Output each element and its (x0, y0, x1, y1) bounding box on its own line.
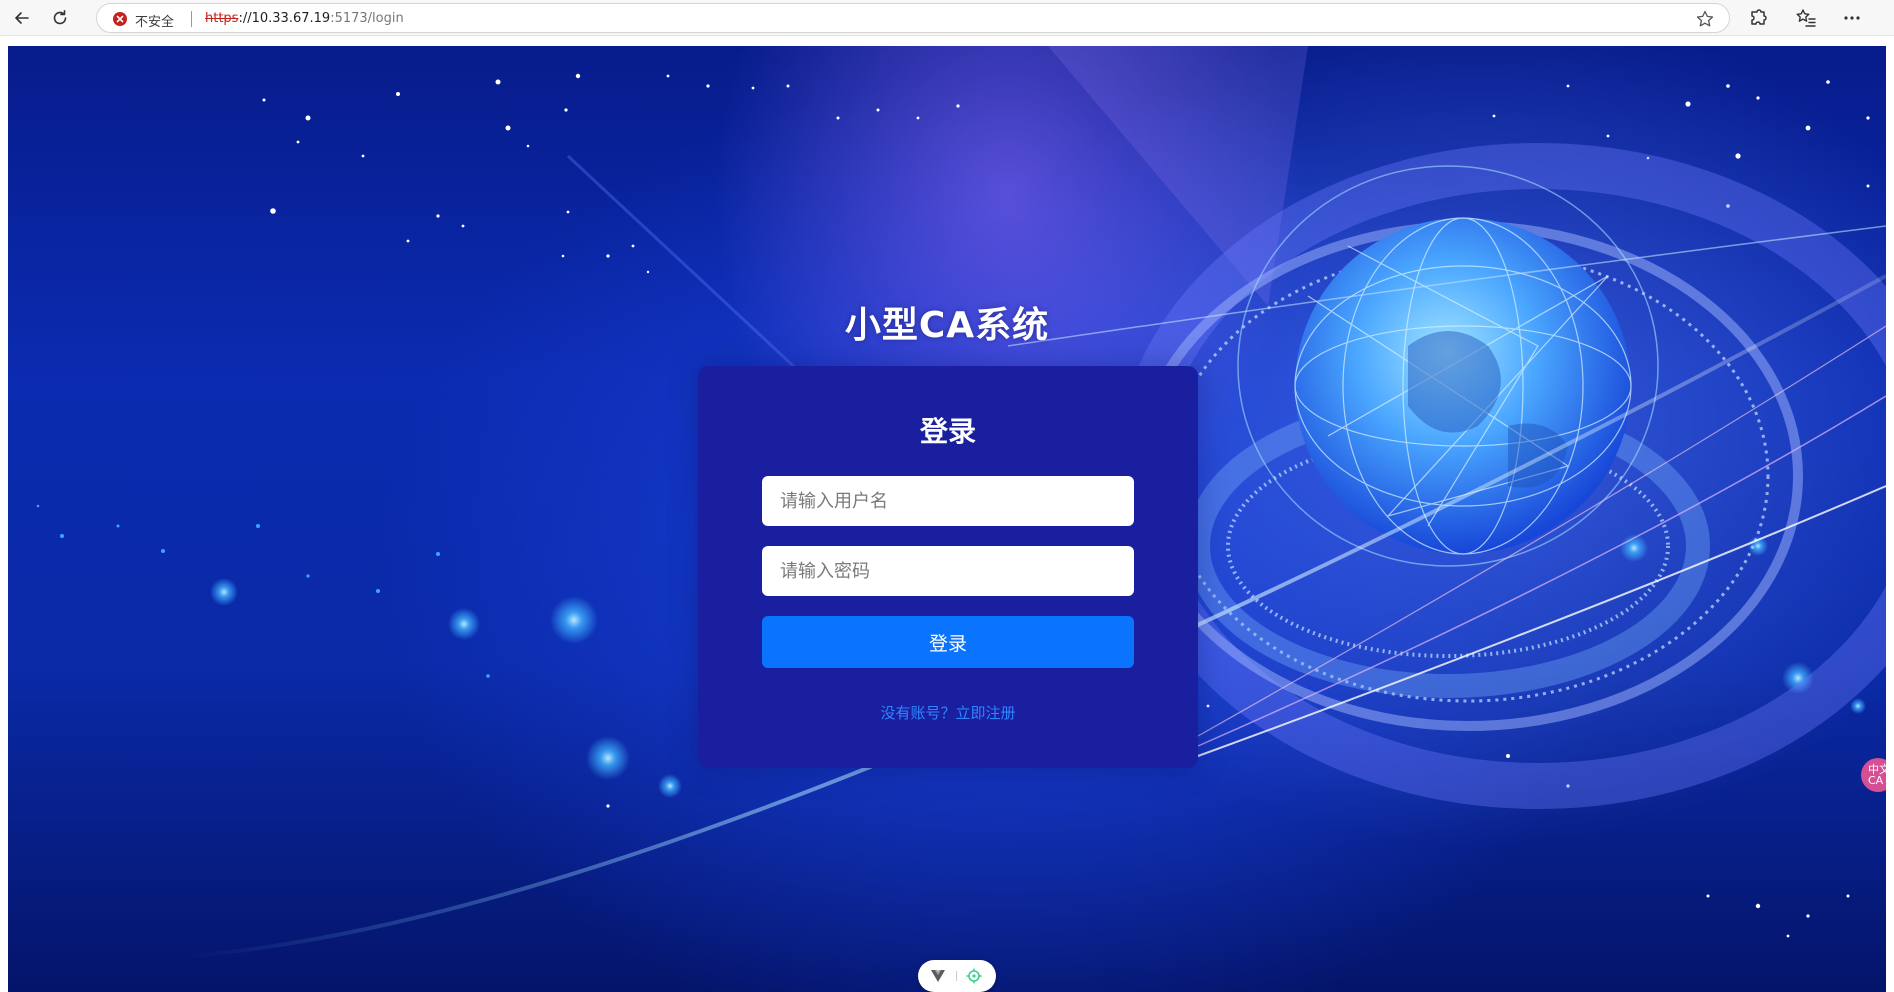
devtools-toggle[interactable] (918, 960, 996, 992)
url-scheme: https (205, 11, 239, 26)
url-host: ://10.33.67.19 (238, 11, 331, 26)
password-input[interactable] (762, 546, 1134, 596)
browser-toolbar: 不安全 https://10.33.67.19:5173/login (0, 0, 1894, 36)
pill-divider (956, 971, 957, 981)
url-text[interactable]: https://10.33.67.19:5173/login (205, 11, 404, 26)
page-viewport: 小型CA系统 登录 登录 没有账号？立即注册 中文CA (8, 46, 1886, 992)
address-bar[interactable]: 不安全 https://10.33.67.19:5173/login (96, 3, 1730, 33)
security-label[interactable]: 不安全 (135, 11, 174, 30)
page-title: 小型CA系统 (844, 305, 1050, 346)
login-card: 登录 登录 没有账号？立即注册 (698, 366, 1198, 768)
register-link[interactable]: 没有账号？立即注册 (698, 702, 1198, 723)
star-icon[interactable] (1695, 9, 1715, 29)
url-path: :5173/login (330, 11, 404, 26)
extensions-icon[interactable] (1746, 6, 1770, 30)
more-icon[interactable] (1840, 6, 1864, 30)
back-arrow-icon[interactable] (10, 6, 34, 30)
login-heading: 登录 (919, 415, 976, 448)
vue-devtools-icon[interactable] (930, 969, 946, 983)
login-button[interactable]: 登录 (762, 616, 1134, 668)
inspector-target-icon[interactable] (966, 968, 982, 984)
address-divider (191, 11, 192, 27)
reload-icon[interactable] (48, 6, 72, 30)
username-input[interactable] (762, 476, 1134, 526)
favorites-list-icon[interactable] (1794, 6, 1818, 30)
not-secure-icon[interactable] (113, 12, 127, 26)
